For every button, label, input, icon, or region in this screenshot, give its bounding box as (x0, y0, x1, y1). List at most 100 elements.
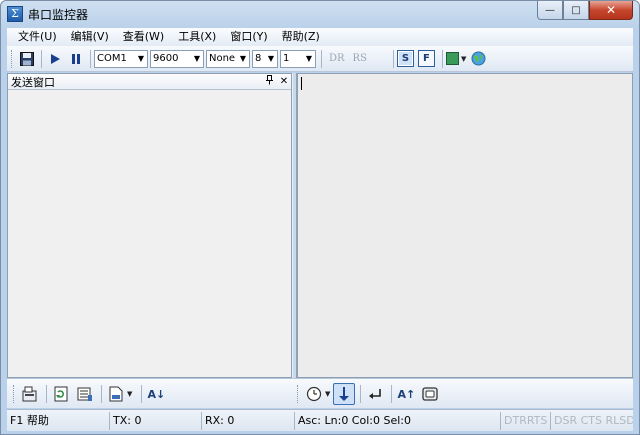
status-position: Asc: Ln:0 Col:0 Sel:0 (295, 411, 501, 430)
bottom-toolbar: ▼ A↓ ▼ A↑ (7, 378, 633, 408)
list-view-button[interactable] (74, 383, 96, 405)
refresh-button[interactable] (50, 383, 72, 405)
minimize-button[interactable]: — (537, 1, 563, 20)
f-toggle-button[interactable]: F (417, 50, 435, 67)
globe-icon (471, 51, 486, 66)
toolbar-separator (41, 49, 42, 68)
pause-button[interactable] (66, 49, 86, 69)
status-dtr-rts: DTRRTS (501, 411, 551, 430)
dropdown-arrow-icon: ▼ (137, 54, 145, 63)
menu-edit[interactable]: 编辑(V) (64, 28, 116, 46)
rs-indicator[interactable]: RS (353, 53, 367, 64)
clear-button[interactable] (419, 383, 441, 405)
properties-button[interactable] (19, 383, 41, 405)
status-bar: F1 帮助 TX: 0 RX: 0 Asc: Ln:0 Col:0 Sel:0 … (7, 409, 633, 431)
toolbar-separator (101, 385, 102, 403)
toolbar-separator (360, 385, 362, 403)
dropdown-arrow-icon: ▼ (305, 54, 313, 63)
dr-indicator[interactable]: DR (329, 53, 345, 64)
color-dropdown-icon[interactable]: ▼ (461, 55, 466, 63)
title-bar[interactable]: Σ 串口监控器 — □ ✕ (1, 1, 639, 27)
file-send-dropdown-icon[interactable]: ▼ (127, 390, 132, 398)
web-button[interactable] (468, 49, 488, 69)
dropdown-arrow-icon: ▼ (239, 54, 247, 63)
font-button[interactable]: A↑ (395, 383, 417, 405)
menu-tools[interactable]: 工具(X) (171, 28, 223, 46)
clock-icon (306, 386, 322, 402)
status-help: F1 帮助 (7, 411, 110, 430)
autoscroll-button[interactable] (333, 383, 356, 405)
enter-icon (369, 389, 382, 399)
app-window: Σ 串口监控器 — □ ✕ 文件(U) 编辑(V) 查看(W) 工具(X) 窗口… (0, 0, 640, 435)
properties-icon (22, 386, 37, 402)
timer-dropdown-icon[interactable]: ▼ (325, 390, 330, 398)
pin-icon[interactable] (263, 75, 277, 88)
menu-window[interactable]: 窗口(Y) (223, 28, 274, 46)
send-window-header: 发送窗口 ✕ (8, 74, 291, 90)
text-caret (301, 77, 302, 90)
port-value: COM1 (97, 53, 127, 64)
font-size-icon: A↑ (397, 387, 416, 401)
play-icon (51, 53, 60, 64)
data-bits-select[interactable]: 8 ▼ (252, 49, 278, 68)
color-square-icon (446, 52, 460, 65)
send-window[interactable]: 发送窗口 ✕ (7, 73, 292, 378)
save-button[interactable] (17, 49, 37, 69)
dropdown-arrow-icon: ▼ (193, 54, 201, 63)
newline-button[interactable] (364, 383, 386, 405)
list-icon (77, 387, 92, 401)
timer-button[interactable] (303, 383, 325, 405)
menu-bar: 文件(U) 编辑(V) 查看(W) 工具(X) 窗口(Y) 帮助(Z) (7, 28, 633, 46)
refresh-icon (54, 386, 68, 402)
clear-icon (422, 387, 439, 401)
sort-button[interactable]: A↓ (145, 383, 167, 405)
save-icon (20, 51, 34, 66)
pause-icon (72, 53, 80, 64)
content-area: 发送窗口 ✕ (7, 73, 633, 378)
status-rx: RX: 0 (202, 411, 295, 430)
toolbar-separator (391, 385, 393, 403)
receive-window[interactable] (297, 73, 633, 378)
sort-descending-icon: A↓ (147, 387, 166, 401)
document-icon (109, 386, 123, 402)
toolbar-grip[interactable] (11, 49, 14, 68)
menu-file[interactable]: 文件(U) (11, 28, 64, 46)
baud-value: 9600 (153, 53, 179, 64)
arrow-down-icon (339, 387, 350, 401)
send-text-area[interactable] (8, 90, 291, 377)
toolbar-separator (90, 49, 91, 68)
maximize-button[interactable]: □ (563, 1, 589, 20)
toolbar-separator (46, 385, 47, 403)
start-button[interactable] (45, 49, 65, 69)
file-send-button[interactable] (105, 383, 127, 405)
menu-help[interactable]: 帮助(Z) (275, 28, 327, 46)
main-toolbar: COM1 ▼ 9600 ▼ None ▼ 8 ▼ 1 ▼ DR RS S F ▼ (7, 46, 633, 72)
status-dsr-cts: DSR CTS RLSD (554, 413, 633, 427)
stop-bits-value: 1 (283, 53, 290, 64)
menu-view[interactable]: 查看(W) (116, 28, 171, 46)
window-controls: — □ ✕ (537, 1, 633, 21)
send-window-title: 发送窗口 (11, 75, 55, 89)
port-select[interactable]: COM1 ▼ (94, 49, 148, 68)
receive-toolbar: ▼ A↑ (297, 383, 443, 405)
parity-select[interactable]: None ▼ (206, 49, 250, 68)
stop-bits-select[interactable]: 1 ▼ (280, 49, 316, 68)
app-icon[interactable]: Σ (7, 6, 23, 22)
send-toolbar: ▼ A↓ (13, 383, 169, 405)
parity-value: None (209, 53, 236, 64)
baud-select[interactable]: 9600 ▼ (150, 49, 204, 68)
status-tx: TX: 0 (110, 411, 202, 430)
toolbar-separator (441, 49, 443, 68)
pane-close-icon[interactable]: ✕ (277, 76, 291, 87)
toolbar-separator (321, 49, 322, 68)
color-button[interactable] (446, 49, 460, 69)
close-button[interactable]: ✕ (589, 1, 633, 20)
toolbar-separator (141, 385, 143, 403)
toolbar-separator (392, 49, 394, 68)
data-bits-value: 8 (255, 53, 262, 64)
toolbar-grip[interactable] (297, 385, 300, 403)
window-title: 串口监控器 (28, 8, 89, 22)
dropdown-arrow-icon: ▼ (267, 54, 275, 63)
toolbar-grip[interactable] (13, 385, 16, 403)
s-toggle-button[interactable]: S (396, 50, 414, 67)
